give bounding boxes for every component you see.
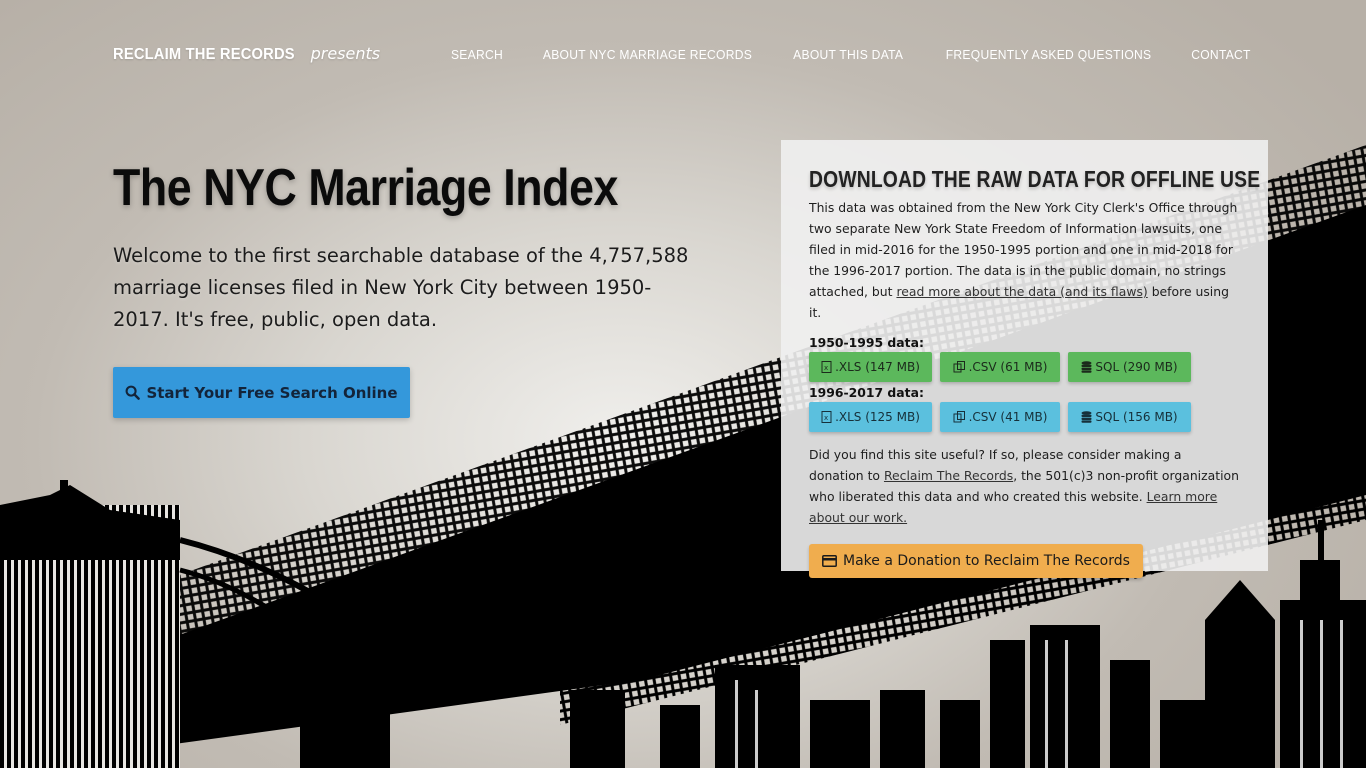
start-search-label: Start Your Free Search Online bbox=[146, 383, 398, 402]
navbar: RECLAIM THE RECORDS presents SEARCH ABOU… bbox=[0, 0, 1366, 112]
hero-section: The NYC Marriage Index Welcome to the fi… bbox=[113, 158, 693, 418]
files-icon bbox=[953, 361, 966, 373]
nav-contact[interactable]: CONTACT bbox=[1191, 47, 1250, 62]
download-sql-1996-2017[interactable]: SQL (156 MB) bbox=[1068, 402, 1191, 432]
start-search-button[interactable]: Start Your Free Search Online bbox=[113, 367, 410, 418]
download-buttons-1950-1995: x .XLS (147 MB) .CSV (61 MB) SQL (290 MB… bbox=[809, 352, 1240, 382]
download-sql-1950-1995[interactable]: SQL (290 MB) bbox=[1068, 352, 1191, 382]
svg-text:x: x bbox=[824, 364, 828, 372]
download-xls-1950-1995[interactable]: x .XLS (147 MB) bbox=[809, 352, 932, 382]
brand-link[interactable]: RECLAIM THE RECORDS presents bbox=[113, 44, 380, 64]
range-label-1996-2017: 1996-2017 data: bbox=[809, 385, 924, 400]
nav-about-nyc-marriage-records[interactable]: ABOUT NYC MARRIAGE RECORDS bbox=[542, 47, 751, 62]
download-csv-1950-1995[interactable]: .CSV (61 MB) bbox=[940, 352, 1060, 382]
download-csv-1996-2017[interactable]: .CSV (41 MB) bbox=[940, 402, 1060, 432]
brand-name: RECLAIM THE RECORDS bbox=[113, 46, 295, 63]
donate-button[interactable]: Make a Donation to Reclaim The Records bbox=[809, 544, 1143, 578]
download-label: .XLS (147 MB) bbox=[835, 360, 920, 374]
download-panel-title: DOWNLOAD THE RAW DATA FOR OFFLINE USE bbox=[809, 166, 1261, 192]
download-panel: DOWNLOAD THE RAW DATA FOR OFFLINE USE Th… bbox=[781, 140, 1268, 578]
donate-text: Did you find this site useful? If so, pl… bbox=[809, 444, 1240, 528]
read-more-data-link[interactable]: read more about the data (and its flaws) bbox=[896, 284, 1147, 299]
range-label-1950-1995: 1950-1995 data: bbox=[809, 335, 924, 350]
main-nav: SEARCH ABOUT NYC MARRIAGE RECORDS ABOUT … bbox=[449, 47, 1253, 62]
database-icon bbox=[1081, 411, 1092, 423]
donate-button-label: Make a Donation to Reclaim The Records bbox=[843, 553, 1130, 569]
hero-description: Welcome to the first searchable database… bbox=[113, 244, 689, 331]
search-icon bbox=[125, 385, 141, 400]
file-excel-icon: x bbox=[821, 361, 832, 373]
download-buttons-1996-2017: x .XLS (125 MB) .CSV (41 MB) SQL (156 MB… bbox=[809, 402, 1240, 432]
page-title: The NYC Marriage Index bbox=[113, 159, 618, 217]
credit-card-icon bbox=[822, 555, 837, 567]
svg-text:x: x bbox=[824, 414, 828, 422]
download-label: .XLS (125 MB) bbox=[835, 410, 920, 424]
download-label: .CSV (41 MB) bbox=[968, 410, 1048, 424]
reclaim-the-records-link[interactable]: Reclaim The Records bbox=[884, 468, 1013, 483]
nav-faq[interactable]: FREQUENTLY ASKED QUESTIONS bbox=[946, 47, 1152, 62]
download-label: SQL (156 MB) bbox=[1095, 410, 1178, 424]
brand-subtitle: presents bbox=[310, 44, 381, 63]
file-excel-icon: x bbox=[821, 411, 832, 423]
files-icon bbox=[953, 411, 966, 423]
nav-search[interactable]: SEARCH bbox=[450, 47, 502, 62]
download-label: SQL (290 MB) bbox=[1095, 360, 1178, 374]
download-label: .CSV (61 MB) bbox=[968, 360, 1048, 374]
download-xls-1996-2017[interactable]: x .XLS (125 MB) bbox=[809, 402, 932, 432]
nav-about-this-data[interactable]: ABOUT THIS DATA bbox=[794, 47, 904, 62]
database-icon bbox=[1081, 361, 1092, 373]
download-intro: This data was obtained from the New York… bbox=[809, 197, 1240, 323]
